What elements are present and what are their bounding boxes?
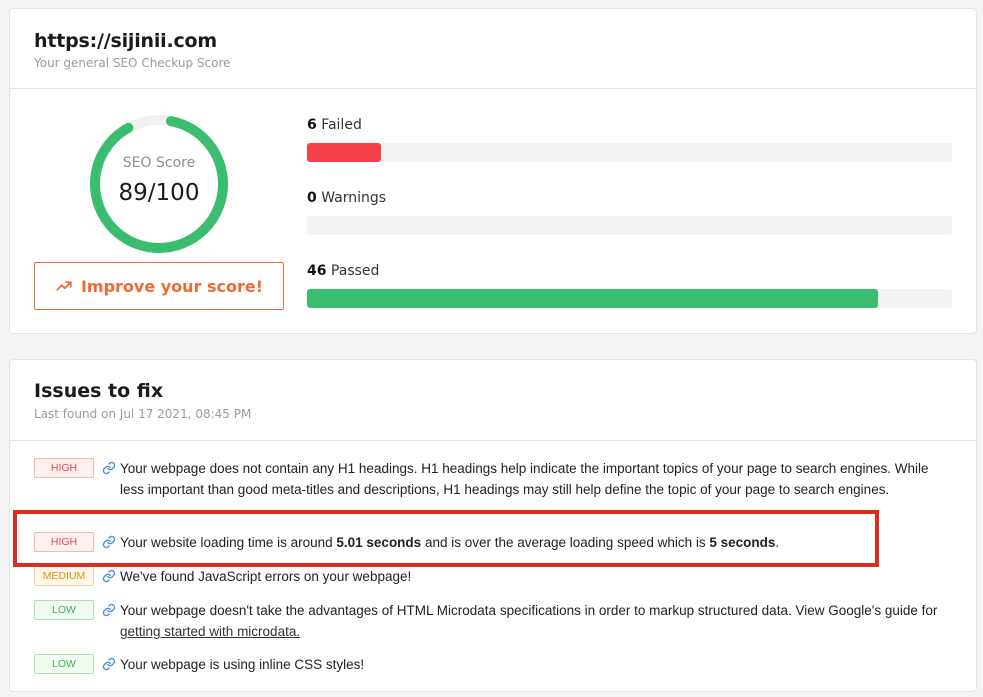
issue-text: We've found JavaScript errors on your we… <box>120 569 412 584</box>
stat-warnings: 0 Warnings <box>307 190 952 235</box>
issue-text: Your webpage does not contain any H1 hea… <box>120 461 929 497</box>
passed-bar-fill <box>307 289 878 308</box>
passed-bar <box>307 289 952 308</box>
issue-text: Your webpage is using inline CSS styles! <box>120 657 365 672</box>
link-icon[interactable] <box>102 657 116 671</box>
improve-score-label: Improve your score! <box>80 276 264 296</box>
severity-badge: LOW <box>34 654 94 674</box>
loading-time-value: 5.01 seconds <box>336 535 422 550</box>
issue-item: HIGH Your webpage does not contain any H… <box>34 458 952 502</box>
issues-card: Issues to fix Last found on Jul 17 2021,… <box>9 359 977 692</box>
link-icon[interactable] <box>102 535 116 549</box>
gauge-value: 89/100 <box>118 180 200 206</box>
score-card-header: https://sijinii.com Your general SEO Che… <box>10 9 976 89</box>
failed-label: Failed <box>316 117 362 133</box>
seo-score-gauge: SEO Score 89/100 <box>86 111 232 257</box>
stat-failed: 6 Failed <box>307 117 952 162</box>
issue-text: Your website loading time is around 5.01… <box>120 535 780 550</box>
score-subtitle: Your general SEO Checkup Score <box>34 56 231 70</box>
stat-passed: 46 Passed <box>307 263 952 308</box>
severity-badge: LOW <box>34 600 94 620</box>
issue-text: Your webpage doesn't take the advantages… <box>120 603 938 639</box>
severity-badge: HIGH <box>34 532 94 552</box>
site-url: https://sijinii.com <box>34 30 218 52</box>
gauge-label: SEO Score <box>122 155 196 171</box>
passed-count: 46 <box>307 263 327 279</box>
passed-label: Passed <box>326 263 380 279</box>
issues-last-found: Last found on Jul 17 2021, 08:45 PM <box>34 407 252 421</box>
failed-bar <box>307 143 952 162</box>
improve-score-button[interactable]: Improve your score! <box>34 262 284 310</box>
link-icon[interactable] <box>102 569 116 583</box>
severity-badge: MEDIUM <box>34 566 94 586</box>
microdata-guide-link[interactable]: getting started with microdata. <box>120 624 300 639</box>
link-icon[interactable] <box>102 603 116 617</box>
link-icon[interactable] <box>102 461 116 475</box>
failed-bar-fill <box>307 143 382 162</box>
warnings-count: 0 <box>307 190 317 206</box>
seo-score-card: https://sijinii.com Your general SEO Che… <box>9 8 977 334</box>
failed-count: 6 <box>307 117 317 133</box>
issues-card-header: Issues to fix Last found on Jul 17 2021,… <box>10 360 976 441</box>
issues-title: Issues to fix <box>34 380 164 402</box>
warnings-bar <box>307 216 952 235</box>
average-speed-value: 5 seconds <box>709 535 776 550</box>
trending-up-icon <box>56 281 72 291</box>
severity-badge: HIGH <box>34 458 94 478</box>
warnings-label: Warnings <box>316 190 387 206</box>
